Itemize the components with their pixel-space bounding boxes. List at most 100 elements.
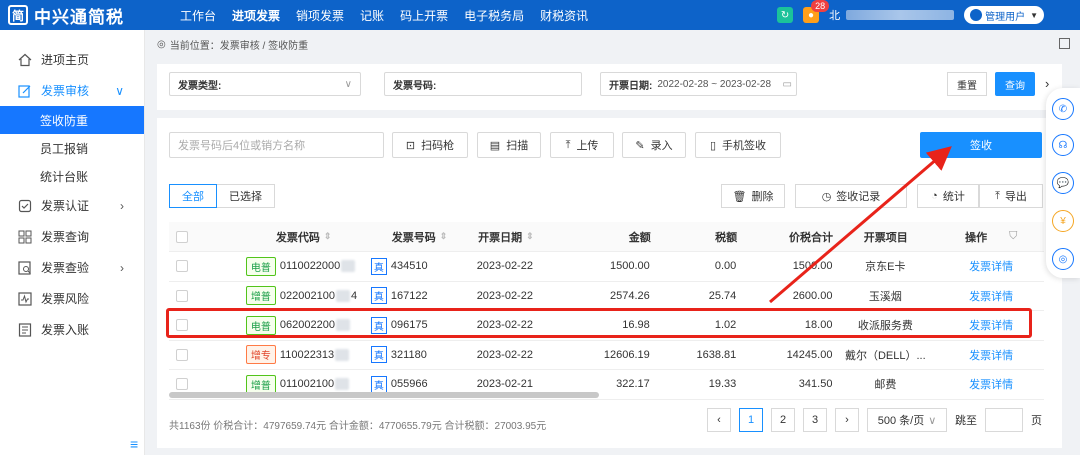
invoice-code-cell: 增专 110022313	[196, 345, 371, 365]
delete-button[interactable]: 🗑 删除	[721, 184, 785, 208]
export-button[interactable]: ⤒ 导出	[979, 184, 1043, 208]
app-logo[interactable]: 简 中兴通简税	[0, 0, 160, 30]
sidebar-item-invoice-review[interactable]: 发票审核 ∨	[0, 75, 144, 106]
chevron-right-icon: ›	[120, 198, 124, 213]
invoice-code: 062002200	[279, 319, 335, 332]
invoice-type-label: 发票类型:	[178, 80, 222, 92]
nav-code-invoicing[interactable]: 码上开票	[400, 7, 448, 24]
sidebar-item-invoice-booking[interactable]: 发票入账	[0, 314, 144, 345]
invoice-table: 发票代码 ⇕ 发票号码 ⇕ 开票日期 ⇕ 金额 税额 价税合计 开票项目 操作 ⛉ 电普…	[169, 222, 1044, 400]
col-invoice-code[interactable]: 发票代码 ⇕	[196, 229, 372, 245]
sidebar-item-invoice-verify[interactable]: 发票认证 ›	[0, 190, 144, 221]
pen-icon: ✎	[635, 139, 645, 152]
table-summary: 共1163份 价税合计：4797659.74元 合计金额：4770655.79元…	[169, 421, 547, 432]
floating-toolbar: ✆ ☊ 💬 ¥ ◎	[1046, 88, 1080, 278]
authentic-tag: 真	[370, 375, 387, 393]
row-checkbox[interactable]	[169, 378, 196, 391]
sidebar-item-stats-ledger[interactable]: 统计台账	[0, 162, 144, 190]
scan-button[interactable]: ▤ 扫描	[477, 132, 541, 158]
horizontal-scrollbar[interactable]	[169, 392, 599, 398]
page-unit-label: 页	[1031, 415, 1042, 427]
invoice-type-select[interactable]: 发票类型: ∨	[169, 72, 361, 96]
invoice-date: 2023-02-21	[476, 378, 533, 391]
jump-page-input[interactable]	[985, 408, 1023, 432]
scan-label: 扫描	[506, 140, 529, 152]
query-button[interactable]: 查询	[995, 72, 1035, 96]
fullscreen-icon[interactable]	[1059, 38, 1070, 49]
col-invoice-date[interactable]: 开票日期 ⇕	[478, 229, 574, 245]
bell-icon[interactable]: ● 28	[803, 0, 830, 23]
search-input[interactable]: 发票号码后4位或销方名称	[169, 132, 384, 158]
invoice-code-tail: 4	[350, 289, 358, 302]
page-size-select[interactable]: 500 条/页 ∨	[867, 408, 947, 432]
sidebar-item-input-home[interactable]: 进项主页	[0, 44, 144, 75]
invoice-type-tag: 增专	[245, 345, 276, 365]
phone-call-icon[interactable]: ✆	[1052, 98, 1074, 120]
select-all-checkbox[interactable]	[169, 230, 196, 243]
pagination: ‹ 1 2 3 › 500 条/页 ∨ 跳至 页	[707, 408, 1050, 432]
next-page-button[interactable]: ›	[835, 408, 859, 432]
invoice-detail-link[interactable]: 发票详情	[938, 317, 1044, 333]
expand-filters-icon[interactable]: ›	[1045, 76, 1049, 91]
row-checkbox[interactable]	[169, 289, 196, 302]
table-row[interactable]: 增专 110022313 真 321180 2023-02-22 12606.19 1638…	[169, 341, 1044, 370]
nav-bookkeeping[interactable]: 记账	[360, 7, 384, 24]
prev-page-button[interactable]: ‹	[707, 408, 731, 432]
verify-icon	[18, 199, 32, 213]
nav-input-invoice[interactable]: 进项发票	[232, 7, 280, 24]
stats-button[interactable]: ◔ 统计	[917, 184, 979, 208]
sort-icon: ⇕	[439, 231, 448, 241]
sidebar-item-invoice-inspect[interactable]: 发票查验 ›	[0, 252, 144, 283]
invoice-number-field[interactable]: 发票号码:	[384, 72, 582, 96]
tab-all[interactable]: 全部	[169, 184, 217, 208]
sidebar-item-sign-dedup[interactable]: 签收防重	[0, 106, 144, 134]
row-checkbox[interactable]	[169, 319, 196, 332]
sign-button[interactable]: 签收	[920, 132, 1042, 158]
invoice-detail-link[interactable]: 发票详情	[938, 347, 1044, 363]
wechat-icon[interactable]: ◎	[1052, 248, 1074, 270]
page-3-button[interactable]: 3	[803, 408, 827, 432]
amount: 2574.26	[610, 289, 650, 302]
refresh-icon[interactable]: ↻	[777, 7, 794, 23]
sidebar-item-invoice-query[interactable]: 发票查询	[0, 221, 144, 252]
reset-button[interactable]: 重置	[947, 72, 987, 96]
sidebar-item-employee-reimburse[interactable]: 员工报销	[0, 134, 144, 162]
tax: 19.33	[708, 378, 737, 391]
table-row[interactable]: 电普 0110022000 真 434510 2023-02-22 1500.00 0.00…	[169, 252, 1044, 282]
nav-output-invoice[interactable]: 销项发票	[296, 7, 344, 24]
col-invoice-number[interactable]: 发票号码 ⇕	[372, 229, 478, 245]
coin-icon[interactable]: ¥	[1052, 210, 1074, 232]
upload-button[interactable]: ⤒ 上传	[550, 132, 614, 158]
row-checkbox[interactable]	[169, 348, 196, 361]
invoice-detail-link[interactable]: 发票详情	[938, 288, 1044, 304]
tab-selected[interactable]: 已选择	[217, 184, 275, 208]
headset-icon[interactable]: ☊	[1052, 134, 1074, 156]
page-2-button[interactable]: 2	[771, 408, 795, 432]
invoice-number-cell: 真 096175	[370, 316, 477, 334]
user-menu[interactable]: 管理用户 ▼	[964, 6, 1044, 24]
nav-tax-news[interactable]: 财税资讯	[540, 7, 588, 24]
scan-gun-button[interactable]: ⊡ 扫码枪	[392, 132, 468, 158]
phone-icon: ▯	[709, 139, 717, 152]
collapse-menu-icon[interactable]: ≡	[130, 436, 138, 452]
main-content: ◎ 当前位置：发票审核 / 签收防重 发票类型: ∨ 发票号码: 开票日期: 2…	[145, 30, 1080, 455]
chat-icon[interactable]: 💬	[1052, 172, 1074, 194]
entry-button[interactable]: ✎ 录入	[622, 132, 686, 158]
invoice-number-cell: 真 167122	[370, 287, 477, 305]
date-range-picker[interactable]: 开票日期: 2022-02-28 ~ 2023-02-28 ▭	[600, 72, 797, 96]
invoice-detail-link[interactable]: 发票详情	[938, 376, 1044, 392]
invoice-detail-link[interactable]: 发票详情	[938, 258, 1044, 274]
row-checkbox[interactable]	[169, 260, 196, 273]
sidebar-item-invoice-risk[interactable]: 发票风险	[0, 283, 144, 314]
table-row[interactable]: 增普 022002100 4 真 167122 2023-02-22 2574.26 25.7…	[169, 282, 1044, 311]
mobile-sign-button[interactable]: ▯ 手机签收	[695, 132, 781, 158]
invoice-item: 戴尔（DELL）...	[844, 349, 926, 362]
invoice-code-cell: 电普 0110022000	[196, 256, 371, 276]
grid-icon	[18, 230, 32, 244]
sign-record-button[interactable]: ◷ 签收记录	[795, 184, 907, 208]
table-row[interactable]: 电普 062002200 真 096175 2023-02-22 16.98 1.02 18.…	[169, 311, 1044, 341]
authentic-tag: 真	[370, 257, 387, 275]
nav-e-tax-bureau[interactable]: 电子税务局	[464, 7, 524, 24]
page-1-button[interactable]: 1	[739, 408, 763, 432]
nav-workbench[interactable]: 工作台	[180, 7, 216, 24]
